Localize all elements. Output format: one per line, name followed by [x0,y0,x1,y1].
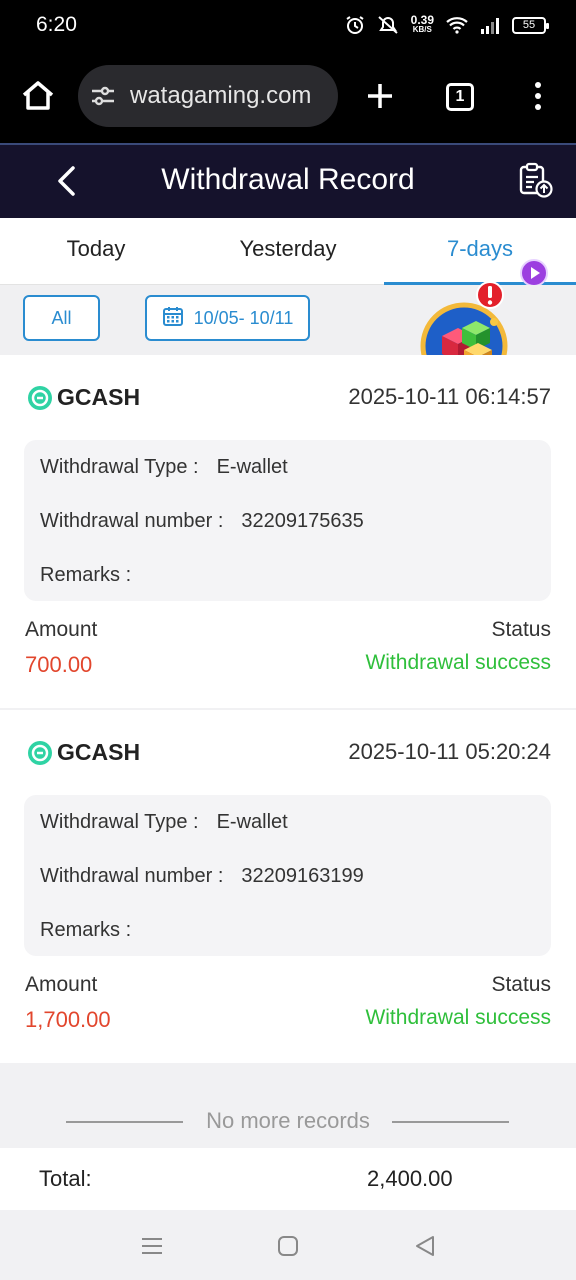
period-tabs: Today Yesterday 7-days [0,218,576,287]
status-icons: 0.39 KB/S 55 [345,12,549,38]
mute-icon [377,15,399,35]
record-header: GCASH 2025-10-11 06:14:57 [0,355,576,435]
alarm-icon [345,15,365,35]
status-label: Status [491,618,551,641]
net-speed: 0.39 KB/S [410,13,434,34]
record-datetime: 2025-10-11 05:20:24 [348,739,551,764]
signal-icon [480,16,500,34]
remarks-row: Remarks : [40,919,132,941]
url-text[interactable]: watagaming.com [130,82,311,110]
tab-today[interactable]: Today [0,236,192,262]
battery-icon: 55 [512,16,549,34]
system-nav-bar [0,1210,576,1280]
wifi-icon [446,16,468,34]
no-more-records: No more records [0,1100,576,1144]
total-value: 2,400.00 [367,1166,453,1191]
record-details: Withdrawal Type : E-wallet Withdrawal num… [24,440,551,601]
record-details: Withdrawal Type : E-wallet Withdrawal num… [24,795,551,956]
payment-method: GCASH [57,384,141,410]
amount-value: 1,700.00 [25,1007,111,1032]
record-datetime: 2025-10-11 06:14:57 [348,384,551,409]
filter-all-button[interactable]: All [23,295,100,341]
withdrawal-number-row: Withdrawal number :32209175635 [40,510,364,532]
page-title: Withdrawal Record [161,163,415,196]
browser-toolbar: watagaming.com 1 [0,50,576,143]
tabs-icon[interactable]: 1 [446,83,474,111]
alert-icon [475,280,505,315]
status-label: Status [491,973,551,996]
payment-method: GCASH [57,739,141,765]
more-vert-icon[interactable] [528,80,548,112]
nav-back-icon[interactable] [411,1232,439,1260]
plus-icon[interactable] [364,80,396,112]
amount-value: 700.00 [25,652,93,677]
play-icon[interactable] [520,259,548,287]
tab-yesterday[interactable]: Yesterday [192,236,384,262]
gcash-icon [27,385,53,411]
amount-label: Amount [25,973,98,996]
tune-icon[interactable] [90,83,116,109]
record-header: GCASH 2025-10-11 05:20:24 [0,710,576,790]
tab-7-days[interactable]: 7-days [384,236,576,262]
calendar-icon [162,305,184,332]
withdrawal-type-row: Withdrawal Type : E-wallet [40,811,288,833]
remarks-row: Remarks : [40,564,132,586]
app-header: Withdrawal Record [0,143,576,218]
divider [392,1121,509,1123]
date-range-button[interactable]: 10/05- 10/11 [145,295,310,341]
gcash-icon [27,740,53,766]
url-bar[interactable]: watagaming.com [78,65,338,127]
status-time: 6:20 [36,13,77,36]
nav-home-icon[interactable] [274,1232,302,1260]
clipboard-upload-icon[interactable] [516,161,554,199]
withdrawal-record-card: GCASH 2025-10-11 06:14:57 Withdrawal Typ… [0,355,576,708]
withdrawal-type-row: Withdrawal Type : E-wallet [40,456,288,478]
total-label: Total: [39,1166,92,1191]
status-bar: 6:20 0.39 KB/S 55 [0,0,576,50]
amount-label: Amount [25,618,98,641]
status-value: Withdrawal success [365,651,551,674]
date-range-text: 10/05- 10/11 [193,307,294,328]
home-icon[interactable] [20,78,56,114]
nav-menu-icon[interactable] [138,1232,166,1260]
withdrawal-record-card: GCASH 2025-10-11 05:20:24 Withdrawal Typ… [0,710,576,1063]
total-bar: Total: 2,400.00 [0,1148,576,1210]
withdrawal-number-row: Withdrawal number :32209163199 [40,865,364,887]
status-value: Withdrawal success [365,1006,551,1029]
